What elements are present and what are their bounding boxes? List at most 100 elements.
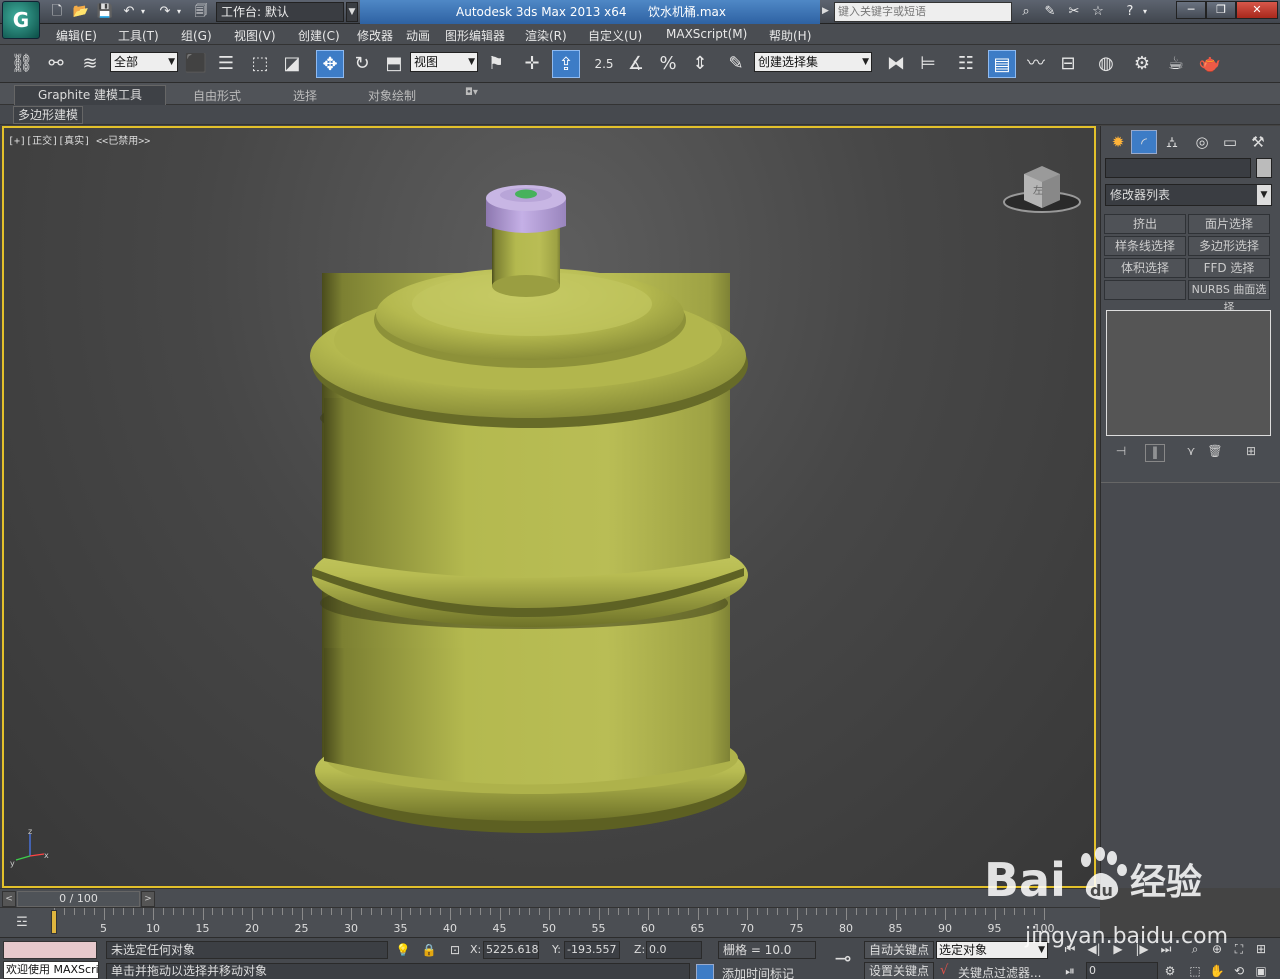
tab-freeform[interactable]: 自由形式 bbox=[193, 87, 241, 104]
open-file-icon[interactable]: 📂 bbox=[72, 3, 90, 21]
empty-modifier-button[interactable] bbox=[1104, 280, 1186, 300]
z-coordinate-field[interactable]: 0.0 bbox=[646, 941, 702, 959]
menu-maxscript[interactable]: MAXScript(M) bbox=[666, 27, 747, 41]
set-keys-key-icon[interactable]: ⊸ bbox=[828, 946, 858, 970]
select-object-icon[interactable]: ⬛ bbox=[182, 50, 210, 78]
favorites-star-icon[interactable]: ☆ bbox=[1088, 3, 1108, 21]
keyboard-shortcut-override-icon[interactable]: ⇪ bbox=[552, 50, 580, 78]
reference-coordinate-dropdown[interactable]: 视图 ▼ bbox=[410, 52, 478, 72]
track-bar[interactable]: ☲ 5 10 15 20 25 30 35 40 45 50 55 60 65 70 75 80 85 90 95 1… bbox=[0, 907, 1100, 937]
unlink-icon[interactable]: ⚯ bbox=[42, 50, 70, 78]
selection-lock-icon[interactable]: 🔒 bbox=[420, 941, 438, 959]
layer-manager-icon[interactable]: ☷ bbox=[952, 50, 980, 78]
bind-space-warp-icon[interactable]: ≋ bbox=[76, 50, 104, 78]
align-icon[interactable]: ⊨ bbox=[914, 50, 942, 78]
app-logo[interactable]: G bbox=[2, 1, 40, 39]
rendered-frame-icon[interactable]: ☕ bbox=[1162, 50, 1190, 78]
absolute-transform-icon[interactable]: ⊡ bbox=[446, 941, 464, 959]
help-dropdown-icon[interactable]: ▾ bbox=[1140, 3, 1150, 21]
ribbon-options-icon[interactable]: ◘▾ bbox=[465, 87, 478, 98]
current-frame-field[interactable]: 0 bbox=[1086, 962, 1158, 979]
previous-frame-arrow-icon[interactable]: < bbox=[2, 891, 16, 907]
auto-key-button[interactable]: 自动关键点 bbox=[864, 941, 934, 959]
show-end-result-icon[interactable]: ‖ bbox=[1145, 444, 1165, 462]
maximize-viewport-icon[interactable]: ▣ bbox=[1252, 962, 1270, 979]
motion-tab-icon[interactable]: ◎ bbox=[1189, 130, 1215, 154]
chevron-down-icon[interactable]: ▼ bbox=[346, 2, 358, 22]
extrude-button[interactable]: 挤出 bbox=[1104, 214, 1186, 234]
render-teapot-icon[interactable]: 🫖 bbox=[1196, 50, 1224, 78]
menu-rendering[interactable]: 渲染(R) bbox=[525, 27, 567, 44]
modify-tab-icon[interactable]: ◜ bbox=[1131, 130, 1157, 154]
menu-modifiers[interactable]: 修改器 bbox=[357, 27, 393, 44]
orbit-icon[interactable]: ⟲ bbox=[1230, 962, 1248, 979]
edit-named-selection-icon[interactable]: ✎ bbox=[722, 50, 750, 78]
time-slider-thumb[interactable]: 0 / 100 bbox=[17, 891, 140, 907]
key-mode-toggle-icon[interactable]: ⏯ bbox=[1060, 962, 1080, 979]
graphite-toggle-icon[interactable]: ▤ bbox=[988, 50, 1016, 78]
schematic-view-icon[interactable]: ⊟ bbox=[1054, 50, 1082, 78]
binoculars-icon[interactable]: ⌕ bbox=[1016, 3, 1036, 21]
spinner-snap-icon[interactable]: ⇕ bbox=[686, 50, 714, 78]
help-icon[interactable]: ? bbox=[1120, 3, 1140, 21]
save-icon[interactable]: 💾 bbox=[96, 3, 114, 21]
expand-arrow-icon[interactable]: ▶ bbox=[822, 6, 829, 16]
render-setup-icon[interactable]: ⚙ bbox=[1128, 50, 1156, 78]
add-time-tag[interactable]: 添加时间标记 bbox=[722, 965, 794, 979]
curve-editor-icon[interactable]: 〰 bbox=[1022, 50, 1050, 78]
select-and-move-icon[interactable]: ✥ bbox=[316, 50, 344, 78]
named-selection-dropdown[interactable]: 创建选择集 ▼ bbox=[754, 52, 872, 72]
communication-center-icon[interactable]: ✎ bbox=[1040, 3, 1060, 21]
isolate-selection-icon[interactable]: 💡 bbox=[394, 941, 412, 959]
ffd-select-button[interactable]: FFD 选择 bbox=[1188, 258, 1270, 278]
time-configuration-icon[interactable]: ⚙ bbox=[1160, 962, 1180, 979]
mini-curve-editor-icon[interactable]: ☲ bbox=[4, 912, 40, 934]
nurbs-surface-select-button[interactable]: NURBS 曲面选择 bbox=[1188, 280, 1270, 314]
menu-tools[interactable]: 工具(T) bbox=[118, 27, 159, 44]
undo-icon[interactable]: ↶ bbox=[120, 3, 138, 21]
snaps-toggle-icon[interactable]: 2.5 bbox=[590, 50, 618, 78]
menu-views[interactable]: 视图(V) bbox=[234, 27, 276, 44]
workspace-dropdown[interactable]: 工作台: 默认 bbox=[216, 2, 344, 22]
menu-graph-editors[interactable]: 图形编辑器 bbox=[445, 27, 505, 44]
mirror-icon[interactable]: ⧓ bbox=[882, 50, 910, 78]
modifier-list-dropdown[interactable]: 修改器列表 ▼ bbox=[1105, 184, 1272, 206]
zoom-extents-all-icon[interactable]: ⊞ bbox=[1252, 940, 1270, 958]
pan-view-icon[interactable]: ✋ bbox=[1208, 962, 1226, 979]
undo-dropdown-icon[interactable]: ▾ bbox=[138, 3, 148, 21]
window-crossing-icon[interactable]: ◪ bbox=[278, 50, 306, 78]
redo-dropdown-icon[interactable]: ▾ bbox=[174, 3, 184, 21]
add-time-tag-icon[interactable] bbox=[696, 964, 714, 979]
patch-select-button[interactable]: 面片选择 bbox=[1188, 214, 1270, 234]
select-by-name-icon[interactable]: ☰ bbox=[212, 50, 240, 78]
search-input[interactable]: 键入关键字或短语 bbox=[834, 2, 1012, 22]
select-manipulate-icon[interactable]: ✛ bbox=[518, 50, 546, 78]
x-coordinate-field[interactable]: 5225.618 bbox=[483, 941, 539, 959]
remove-modifier-icon[interactable]: 🗑 bbox=[1205, 444, 1225, 462]
select-and-rotate-icon[interactable]: ↻ bbox=[348, 50, 376, 78]
maxscript-mini-listener[interactable]: 欢迎使用 MAXScript。 bbox=[3, 961, 99, 979]
menu-create[interactable]: 创建(C) bbox=[298, 27, 340, 44]
restore-button[interactable]: ❐ bbox=[1206, 1, 1236, 19]
selection-filter-dropdown[interactable]: 全部 ▼ bbox=[110, 52, 178, 72]
frame-ruler[interactable]: 5 10 15 20 25 30 35 40 45 50 55 60 65 70 75 80 85 90 95 100 bbox=[48, 908, 1055, 938]
field-of-view-icon[interactable]: ⬚ bbox=[1186, 962, 1204, 979]
pin-stack-icon[interactable]: ⊣ bbox=[1111, 444, 1131, 462]
poly-select-button[interactable]: 多边形选择 bbox=[1188, 236, 1270, 256]
hierarchy-tab-icon[interactable]: ⛼ bbox=[1159, 130, 1185, 154]
maxscript-listener-input[interactable] bbox=[3, 941, 97, 959]
pivot-center-icon[interactable]: ⚑ bbox=[482, 50, 510, 78]
set-key-button[interactable]: 设置关键点 bbox=[864, 962, 934, 979]
material-editor-icon[interactable]: ◍ bbox=[1092, 50, 1120, 78]
redo-icon[interactable]: ↷ bbox=[156, 3, 174, 21]
menu-group[interactable]: 组(G) bbox=[181, 27, 212, 44]
select-and-scale-icon[interactable]: ⬒ bbox=[380, 50, 408, 78]
object-color-swatch[interactable] bbox=[1256, 158, 1272, 178]
key-filters-button[interactable]: 关键点过滤器... bbox=[958, 964, 1041, 979]
next-frame-arrow-icon[interactable]: > bbox=[141, 891, 155, 907]
tab-graphite-modeling[interactable]: Graphite 建模工具 bbox=[14, 85, 166, 105]
perspective-viewport[interactable]: [+][正交][真实] <<已禁用>> 左 z x y bbox=[2, 126, 1096, 888]
project-folder-icon[interactable]: 🗐 bbox=[192, 3, 210, 21]
angle-snap-icon[interactable]: ∡ bbox=[622, 50, 650, 78]
current-frame-marker[interactable] bbox=[51, 910, 57, 934]
